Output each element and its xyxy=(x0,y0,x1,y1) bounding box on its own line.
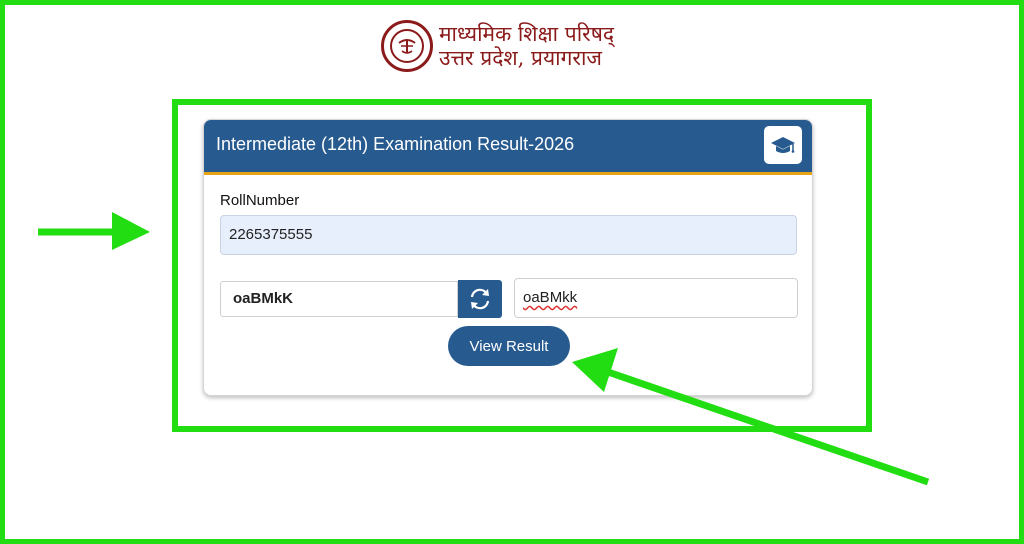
left-arrow-icon xyxy=(38,212,150,250)
pointing-arrow-icon xyxy=(572,348,930,486)
annotation-arrows xyxy=(38,212,930,486)
